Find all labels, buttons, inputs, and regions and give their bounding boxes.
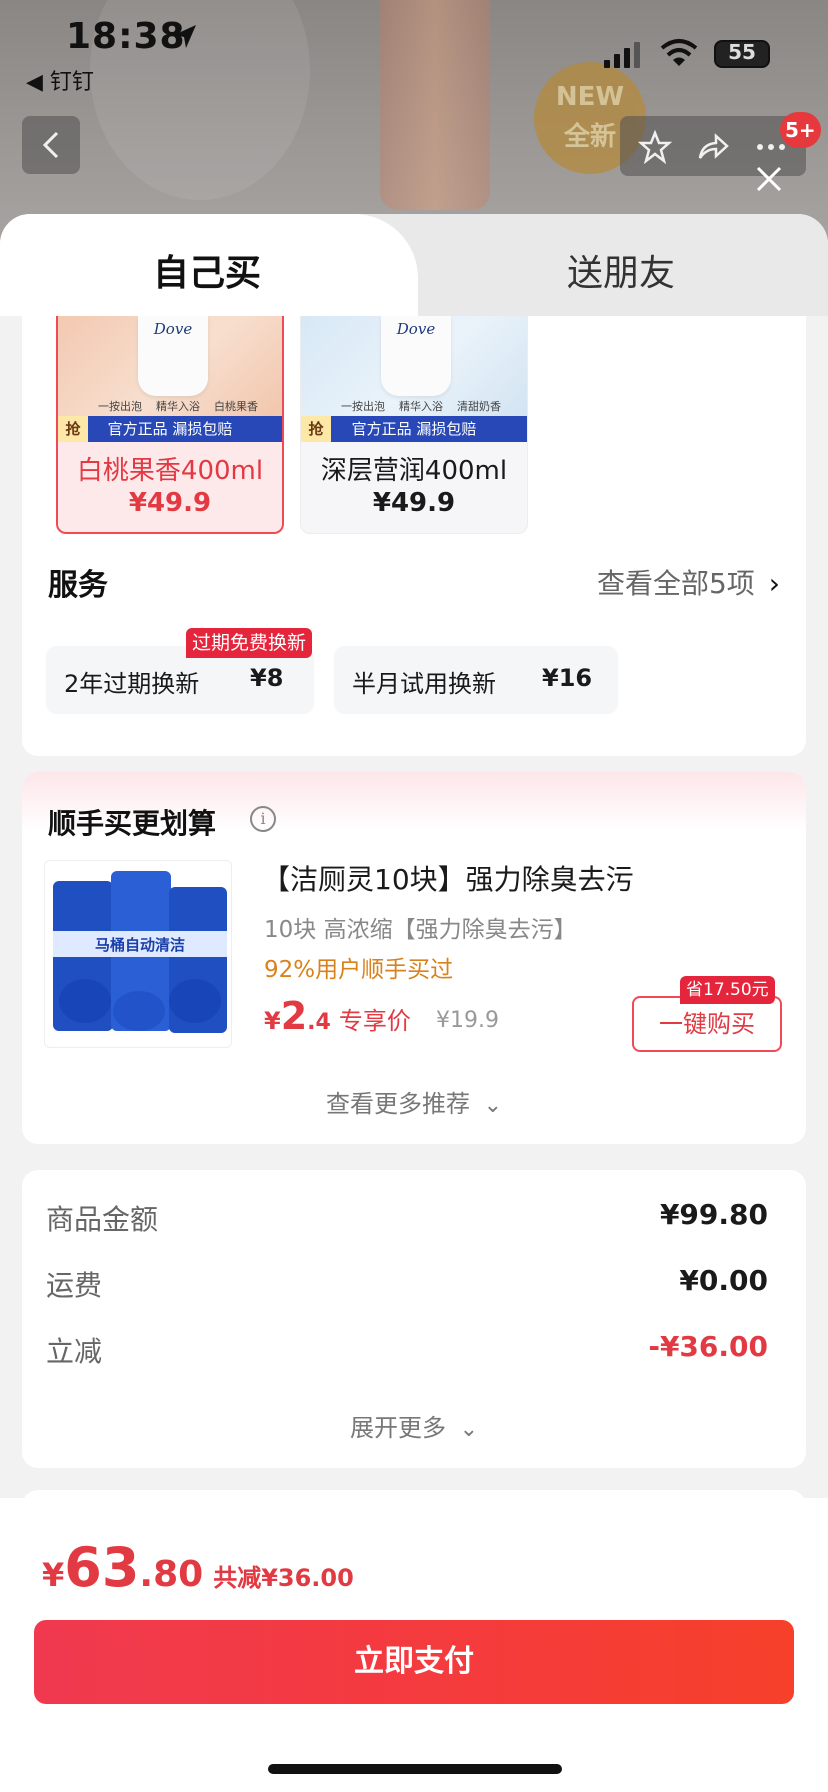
price-label: 专享价 (338, 1007, 411, 1035)
variant-price: ¥49.9 (128, 488, 212, 518)
checkout-bar: ¥63.80 共减¥36.00 立即支付 (0, 1498, 828, 1792)
feature-text: 一按出泡 (341, 400, 385, 413)
expand-more-label: 展开更多 (349, 1414, 446, 1442)
star-favorite-icon[interactable] (638, 130, 672, 164)
chevron-left-icon (42, 131, 59, 159)
services-title: 服务 (48, 568, 108, 603)
variant-name: 深层营润400ml (320, 456, 508, 486)
summary-value: -¥36.00 (648, 1330, 768, 1363)
total-discount: 共减¥36.00 (213, 1564, 354, 1592)
summary-label: 运费 (46, 1269, 103, 1302)
product-bottle: Dove (138, 316, 208, 396)
service-label: 2年过期换新 (64, 670, 200, 698)
close-icon[interactable] (752, 162, 786, 196)
promo-strip-text: 官方正品 漏损包赔 (351, 420, 477, 438)
recommend-popularity: 92%用户顺手买过 (264, 957, 454, 983)
promo-strip: 抢 官方正品 漏损包赔 (301, 416, 527, 442)
share-icon[interactable] (696, 130, 730, 164)
promo-strip: 抢 官方正品 漏损包赔 (58, 416, 282, 442)
brand-logo-text: Dove (396, 320, 436, 338)
total-currency: ¥ (42, 1556, 65, 1594)
recommend-product-image[interactable]: 马桶自动清洁 (44, 860, 232, 1048)
recommend-card: 顺手买更划算 i 马桶自动清洁 【洁厕灵10块】强力除臭去污 10块 高浓缩【强… (22, 772, 806, 1144)
expand-more-button[interactable]: 展开更多 ⌄ (22, 1408, 806, 1443)
savings-tag: 省17.50元 (680, 976, 775, 1004)
chevron-right-icon: › (768, 567, 780, 600)
promo-strip-text: 官方正品 漏损包赔 (107, 420, 233, 438)
summary-row-subtotal: 商品金额 ¥99.80 (46, 1198, 768, 1238)
summary-value: ¥99.80 (659, 1198, 768, 1231)
recommend-product-name[interactable]: 【洁厕灵10块】强力除臭去污 (262, 858, 634, 898)
recommend-price: ¥2.4 专享价 (264, 994, 411, 1038)
recommend-title: 顺手买更划算 (48, 807, 217, 840)
summary-value: ¥0.00 (679, 1264, 768, 1297)
product-image-text: 马桶自动清洁 (95, 936, 185, 954)
product-bottle: Dove (381, 316, 451, 396)
total-price: ¥63.80 共减¥36.00 (42, 1536, 354, 1599)
variant-name: 白桃果香400ml (76, 456, 264, 486)
battery-level: 55 (728, 40, 756, 64)
brand-logo-text: Dove (153, 320, 193, 338)
variant-option-peach[interactable]: Dove 一按出泡 精华入浴 白桃果香 抢 官方正品 漏损包赔 白桃果香400ml… (56, 316, 284, 534)
info-icon[interactable]: i (250, 806, 276, 832)
feature-text: 精华入浴 (156, 400, 200, 413)
status-time: 18:38 (66, 16, 186, 57)
chevron-down-icon: ⌄ (459, 1417, 479, 1442)
promo-strip-tag: 抢 (58, 416, 88, 442)
wifi-icon (660, 39, 698, 66)
price-summary-card: 商品金额 ¥99.80 运费 ¥0.00 立减 -¥36.00 展开更多 ⌄ (22, 1170, 806, 1468)
original-price: ¥19.9 (436, 1008, 499, 1033)
notification-badge: 5+ (780, 112, 821, 148)
service-tag: 过期免费换新 (186, 628, 313, 658)
variant-price: ¥49.9 (372, 488, 456, 518)
recommend-product-subtitle: 10块 高浓缩【强力除臭去污】 (264, 917, 577, 943)
service-price: ¥8 (250, 664, 284, 692)
location-arrow-icon (174, 25, 196, 48)
summary-row-discount: 立减 -¥36.00 (46, 1330, 768, 1370)
tab-buy-for-self-label: 自己买 (152, 253, 261, 294)
total-decimal: .80 (139, 1554, 204, 1595)
cellular-signal-icon (604, 42, 640, 68)
variant-image: Dove 一按出泡 精华入浴 清甜奶香 抢 官方正品 漏损包赔 (301, 316, 527, 442)
new-badge-line1: NEW (555, 82, 625, 112)
price-integer: 2 (280, 994, 308, 1038)
feature-text: 精华入浴 (399, 400, 443, 413)
total-integer: 63 (64, 1536, 140, 1599)
price-decimal: .4 (307, 1010, 331, 1035)
feature-text: 一按出泡 (98, 400, 142, 413)
promo-strip-tag: 抢 (301, 416, 331, 442)
service-label: 半月试用换新 (352, 670, 496, 698)
chevron-down-icon: ⌄ (483, 1093, 503, 1118)
tab-buy-for-self[interactable]: 自己买 (0, 214, 418, 316)
view-more-recommendations[interactable]: 查看更多推荐 ⌄ (22, 1084, 806, 1119)
battery-icon: 55 (714, 40, 770, 68)
summary-label: 立减 (46, 1335, 103, 1368)
pay-now-button[interactable]: 立即支付 (34, 1620, 794, 1704)
services-view-all[interactable]: 查看全部5项 › (597, 562, 780, 602)
price-currency: ¥ (264, 1007, 281, 1035)
feature-text: 白桃果香 (214, 400, 258, 413)
summary-label: 商品金额 (46, 1203, 159, 1236)
service-price: ¥16 (542, 664, 593, 692)
toilet-cleaner-image: 马桶自动清洁 (53, 871, 227, 1033)
background-bottle-pump (380, 0, 490, 210)
variant-option-milk[interactable]: Dove 一按出泡 精华入浴 清甜奶香 抢 官方正品 漏损包赔 深层营润400ml… (300, 316, 528, 534)
tab-send-to-friend-label: 送朋友 (566, 253, 675, 294)
back-to-app-link[interactable]: ◀ 钉钉 (26, 64, 94, 96)
feature-text: 清甜奶香 (457, 400, 501, 413)
one-click-buy-button[interactable]: 一键购买 (632, 996, 782, 1052)
summary-row-shipping: 运费 ¥0.00 (46, 1264, 768, 1304)
variant-image: Dove 一按出泡 精华入浴 白桃果香 抢 官方正品 漏损包赔 (58, 316, 282, 442)
view-more-label: 查看更多推荐 (325, 1090, 470, 1118)
service-option-trial-renew[interactable]: 半月试用换新 ¥16 (334, 646, 618, 714)
purchase-tabs: 自己买 送朋友 (0, 214, 828, 316)
services-view-all-label: 查看全部5项 (596, 567, 755, 600)
back-button[interactable] (22, 116, 80, 174)
home-indicator[interactable] (268, 1764, 562, 1774)
